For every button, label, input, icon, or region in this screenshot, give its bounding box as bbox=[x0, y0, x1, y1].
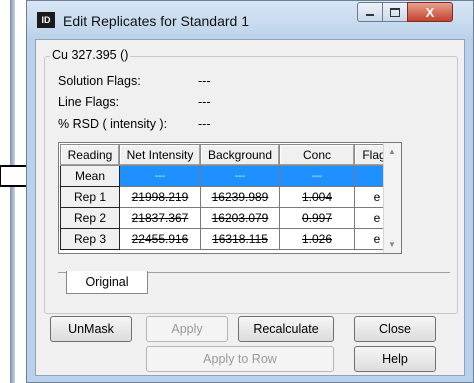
rep2-conc-cell[interactable]: 0.997 bbox=[279, 207, 355, 229]
row-header-mean[interactable]: Mean bbox=[60, 165, 120, 187]
app-icon: ID bbox=[37, 12, 55, 28]
tab-original[interactable]: Original bbox=[66, 271, 148, 294]
line-flags-value: --- bbox=[198, 95, 211, 109]
close-window-button[interactable]: X bbox=[407, 2, 453, 22]
replicates-grid[interactable]: Reading Net Intensity Background Conc Fl… bbox=[58, 142, 402, 254]
table-row-mean[interactable]: Mean --- --- --- bbox=[60, 165, 400, 187]
table-row[interactable]: Rep 1 21998.219 16239.989 1.004 e bbox=[60, 186, 400, 208]
rep1-bg-cell[interactable]: 16239.989 bbox=[200, 186, 280, 208]
minimize-icon bbox=[366, 14, 374, 16]
maximize-icon bbox=[390, 7, 400, 17]
table-row[interactable]: Rep 3 22455.916 16318.115 1.026 e bbox=[60, 228, 400, 250]
rsd-label: % RSD ( intensity ): bbox=[58, 117, 168, 131]
rep3-net-cell[interactable]: 22455.916 bbox=[119, 228, 201, 250]
rep3-bg-cell[interactable]: 16318.115 bbox=[200, 228, 280, 250]
close-icon: X bbox=[425, 4, 435, 20]
rep3-conc-cell[interactable]: 1.026 bbox=[279, 228, 355, 250]
mean-net-cell[interactable]: --- bbox=[119, 165, 201, 187]
unmask-button[interactable]: UnMask bbox=[50, 316, 132, 342]
solution-flags-value: --- bbox=[198, 74, 211, 88]
line-flags-label: Line Flags: bbox=[58, 95, 120, 109]
apply-to-row-button[interactable]: Apply to Row bbox=[146, 346, 334, 372]
rep2-net-cell[interactable]: 21837.367 bbox=[119, 207, 201, 229]
grid-header-row: Reading Net Intensity Background Conc Fl… bbox=[60, 144, 400, 166]
rep1-conc-cell[interactable]: 1.004 bbox=[279, 186, 355, 208]
close-button[interactable]: Close bbox=[354, 316, 436, 342]
mean-bg-cell[interactable]: --- bbox=[200, 165, 280, 187]
row-header-rep1[interactable]: Rep 1 bbox=[60, 186, 120, 208]
scroll-up-icon[interactable]: ▲ bbox=[388, 147, 396, 156]
maximize-button[interactable] bbox=[382, 2, 408, 22]
minimize-button[interactable] bbox=[357, 2, 383, 22]
dialog-client: Cu 327.395 () Solution Flags: --- Line F… bbox=[35, 39, 465, 376]
group-title: Cu 327.395 () bbox=[50, 48, 131, 62]
table-row[interactable]: Rep 2 21837.367 16203.079 0.997 e bbox=[60, 207, 400, 229]
help-button[interactable]: Help bbox=[354, 346, 436, 372]
mean-conc-cell[interactable]: --- bbox=[279, 165, 355, 187]
title-bar[interactable]: ID Edit Replicates for Standard 1 X bbox=[27, 1, 473, 39]
grid-scrollbar[interactable]: ▲ ▼ bbox=[383, 143, 401, 253]
scroll-down-icon[interactable]: ▼ bbox=[388, 240, 396, 249]
apply-button[interactable]: Apply bbox=[146, 316, 228, 342]
col-header-reading[interactable]: Reading bbox=[60, 144, 120, 166]
rep2-bg-cell[interactable]: 16203.079 bbox=[200, 207, 280, 229]
solution-flags-label: Solution Flags: bbox=[58, 74, 141, 88]
col-header-net-intensity[interactable]: Net Intensity bbox=[119, 144, 201, 166]
col-header-conc[interactable]: Conc bbox=[279, 144, 355, 166]
rep1-net-cell[interactable]: 21998.219 bbox=[119, 186, 201, 208]
recalculate-button[interactable]: Recalculate bbox=[238, 316, 334, 342]
rsd-value: --- bbox=[198, 117, 211, 131]
row-header-rep2[interactable]: Rep 2 bbox=[60, 207, 120, 229]
col-header-background[interactable]: Background bbox=[200, 144, 280, 166]
row-header-rep3[interactable]: Rep 3 bbox=[60, 228, 120, 250]
window-title: Edit Replicates for Standard 1 bbox=[63, 13, 249, 29]
edit-replicates-dialog: ID Edit Replicates for Standard 1 X Cu 3… bbox=[26, 0, 474, 383]
